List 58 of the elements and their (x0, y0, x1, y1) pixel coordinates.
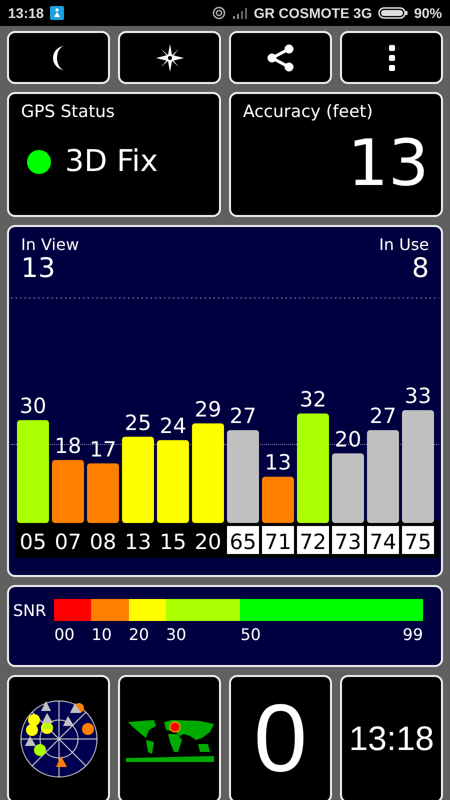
scale-tick-label: 30 (166, 625, 186, 644)
snr-value: 25 (124, 410, 152, 435)
app-notification-icon (50, 6, 64, 20)
snr-value: 33 (404, 384, 432, 408)
in-use-label: In Use (379, 235, 429, 254)
toolbar-button[interactable] (7, 31, 110, 84)
satellite-id: 65 (230, 530, 256, 554)
satellite-count: 0 (254, 691, 308, 787)
toolbar-button[interactable] (340, 31, 443, 84)
fix-status: 3D Fix (65, 144, 158, 179)
satellite-id: 08 (90, 530, 116, 554)
snr-value: 27 (370, 404, 396, 428)
snr-value: 24 (160, 414, 186, 438)
snr-value: 17 (90, 437, 116, 462)
snr-label: SNR (13, 601, 46, 622)
satellite-id: 07 (54, 530, 82, 554)
signal-icon (232, 7, 248, 19)
snr-value: 32 (300, 387, 326, 412)
in-view-label: In View (21, 235, 79, 254)
share-icon (267, 44, 294, 72)
snr-value: 29 (194, 397, 222, 422)
accuracy-value: 13 (346, 132, 429, 196)
scale-tick-label: 50 (240, 625, 261, 644)
toolbar-button[interactable] (118, 31, 221, 84)
satellite-id: 13 (124, 530, 152, 554)
battery-level: 90% (414, 5, 442, 21)
scale-tick-label: 10 (91, 625, 112, 644)
snr-value: 30 (20, 394, 46, 418)
toolbar-button[interactable] (229, 31, 332, 84)
scale-tick-label: 00 (54, 625, 75, 644)
hotspot-icon (212, 6, 226, 20)
more-icon (388, 44, 394, 70)
card-title: Accuracy (feet) (243, 102, 374, 122)
snr-value: 13 (264, 450, 292, 475)
compass-icon (156, 44, 184, 72)
world-map-button[interactable] (118, 675, 221, 800)
snr-value: 20 (334, 427, 362, 452)
card-title: GPS Status (21, 102, 116, 122)
in-view-count: 13 (21, 254, 56, 284)
scale-tick-label: 99 (402, 625, 423, 644)
sky-plot-button[interactable] (7, 675, 110, 800)
satellite-id: 05 (20, 530, 46, 554)
satellite-id: 75 (404, 530, 432, 554)
scale-tick-label: 20 (128, 625, 150, 644)
snr-value: 27 (230, 404, 256, 428)
satellite-id: 20 (194, 530, 222, 554)
satellite-id: 74 (370, 530, 396, 554)
in-use-count: 8 (412, 254, 429, 284)
snr-value: 18 (54, 434, 82, 458)
battery-icon (378, 7, 408, 19)
satellite-id: 71 (264, 530, 292, 554)
satellite-id: 73 (334, 530, 362, 554)
satellite-id: 72 (300, 530, 326, 554)
clock-time: 13:18 (348, 720, 434, 758)
status-time: 13:18 (8, 5, 44, 21)
satellite-id: 15 (160, 530, 186, 554)
moon-icon (52, 46, 65, 70)
carrier-name: GR COSMOTE 3G (254, 5, 372, 21)
